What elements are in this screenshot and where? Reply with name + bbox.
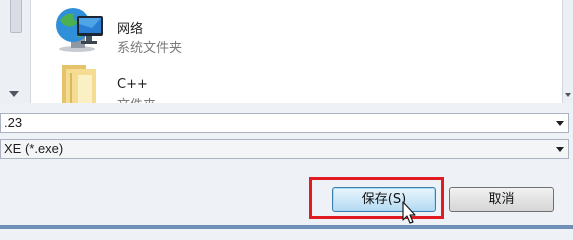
filetype-combobox[interactable]: XE (*.exe)	[0, 139, 569, 159]
right-scrollbar[interactable]	[562, 0, 573, 103]
scroll-down-arrow-icon[interactable]	[565, 93, 571, 97]
left-scrollbar[interactable]	[0, 0, 31, 103]
item-name: C++	[117, 77, 148, 92]
dropdown-arrow-icon[interactable]	[556, 121, 564, 126]
dropdown-arrow-icon[interactable]	[556, 147, 564, 152]
item-type: 文件夹	[117, 94, 156, 103]
item-name: 网络	[117, 22, 144, 37]
filename-value[interactable]: .23	[4, 115, 22, 131]
scroll-down-arrow-icon[interactable]	[9, 91, 19, 97]
cancel-button[interactable]: 取消	[449, 187, 554, 212]
scrollbar-thumb[interactable]	[10, 0, 22, 33]
filename-combobox[interactable]: .23	[0, 113, 569, 133]
list-item-cpp[interactable]: C++ 文件夹	[52, 59, 502, 103]
network-globe-icon	[56, 8, 103, 52]
list-item-network[interactable]: 网络 系统文件夹	[52, 4, 502, 56]
file-list[interactable]: 网络 系统文件夹 C++ 文件夹	[0, 0, 573, 103]
folder-icon	[62, 65, 96, 103]
filetype-value: XE (*.exe)	[4, 141, 64, 156]
mouse-pointer-icon	[402, 201, 416, 224]
item-type: 系统文件夹	[117, 41, 183, 56]
window-bottom-border	[0, 225, 573, 229]
highlight-box	[309, 177, 444, 219]
